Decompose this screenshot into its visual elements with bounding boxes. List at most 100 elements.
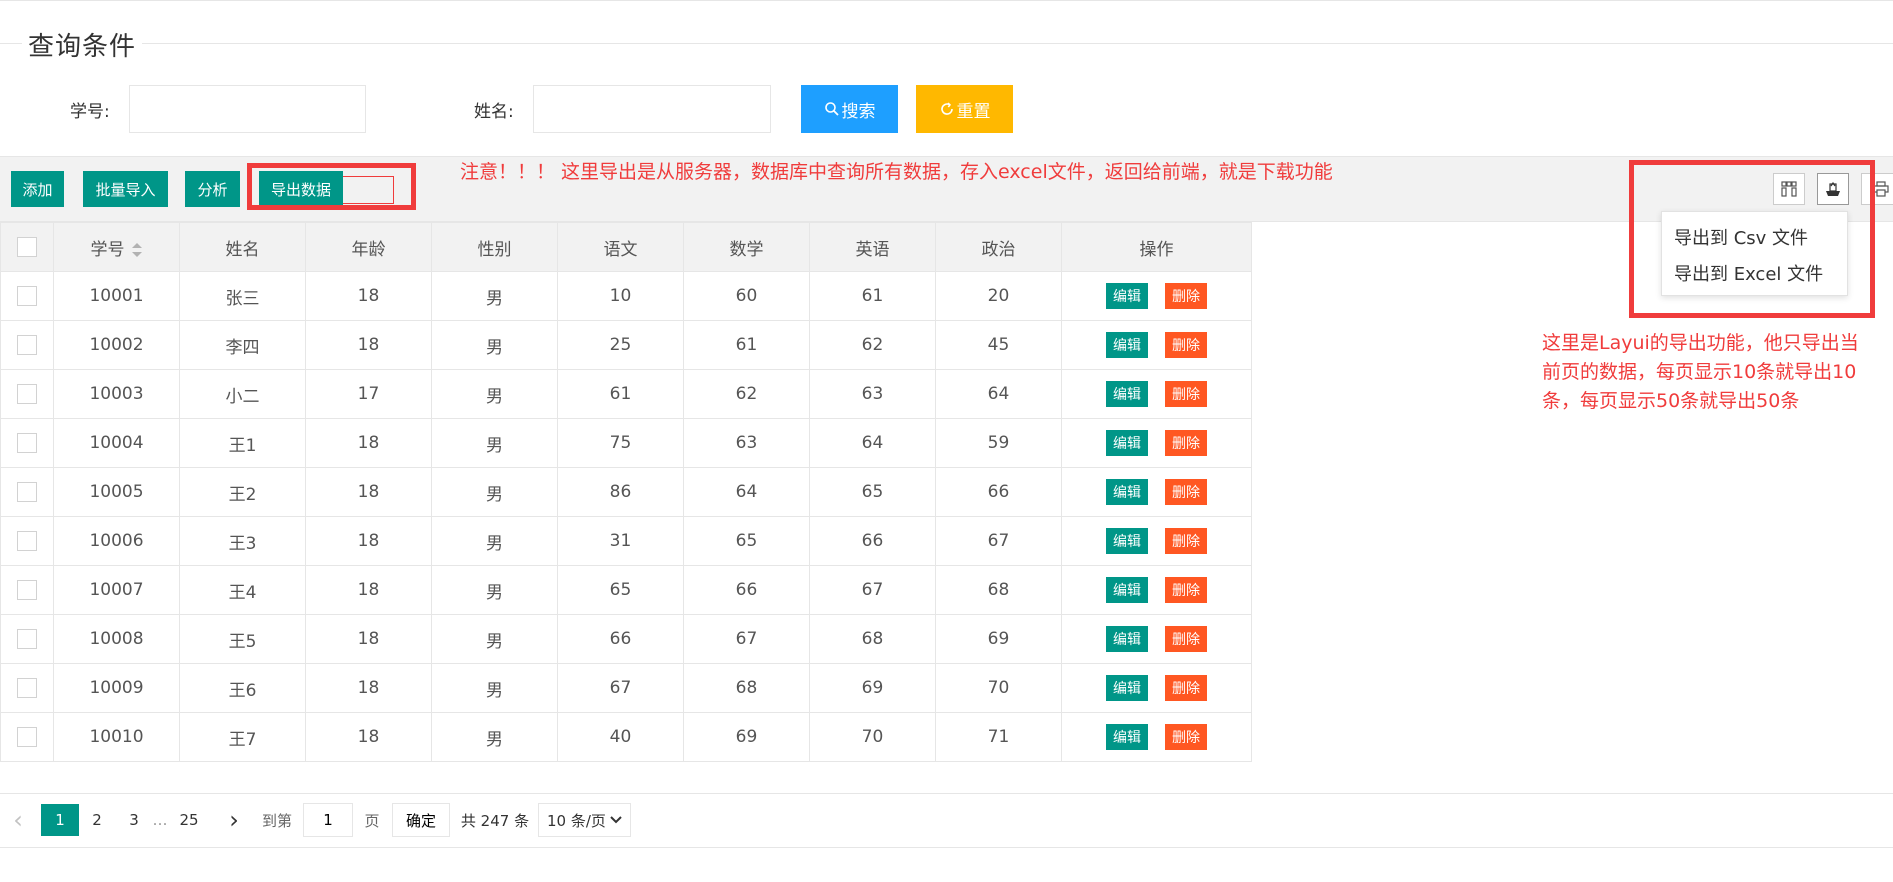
row-checkbox[interactable]	[17, 727, 37, 747]
table-cell: 18	[305, 320, 432, 370]
top-divider	[0, 0, 1893, 1]
page-button[interactable]: 25	[176, 804, 202, 836]
table-cell: 70	[809, 712, 936, 762]
row-checkbox[interactable]	[17, 531, 37, 551]
edit-button[interactable]: 编辑	[1106, 381, 1148, 407]
delete-button[interactable]: 删除	[1165, 381, 1207, 407]
delete-button[interactable]: 删除	[1165, 528, 1207, 554]
analyze-button[interactable]: 分析	[185, 171, 240, 207]
edit-button[interactable]: 编辑	[1106, 430, 1148, 456]
table-cell: 王6	[179, 663, 306, 713]
table-cell: 68	[935, 565, 1062, 615]
table-cell: 10006	[53, 516, 180, 566]
delete-button[interactable]: 删除	[1165, 626, 1207, 652]
row-checkbox[interactable]	[17, 482, 37, 502]
delete-button[interactable]: 删除	[1165, 283, 1207, 309]
edit-button[interactable]: 编辑	[1106, 528, 1148, 554]
row-checkbox[interactable]	[17, 433, 37, 453]
goto-page-input[interactable]	[303, 803, 353, 837]
table-cell: 10008	[53, 614, 180, 664]
goto-confirm-button[interactable]: 确定	[392, 803, 450, 837]
delete-button[interactable]: 删除	[1165, 332, 1207, 358]
prev-page-button[interactable]: ‹	[8, 804, 28, 836]
row-actions-cell: 编辑 删除	[1061, 614, 1252, 664]
table-cell: 张三	[179, 271, 306, 321]
column-header: 操作	[1061, 222, 1252, 272]
goto-label: 到第	[261, 811, 292, 830]
page-button-current[interactable]: 1	[41, 804, 79, 836]
delete-button[interactable]: 删除	[1165, 479, 1207, 505]
table-cell: 10004	[53, 418, 180, 468]
row-checkbox[interactable]	[17, 286, 37, 306]
table-cell: 64	[935, 369, 1062, 419]
row-select-cell	[0, 418, 54, 468]
row-checkbox[interactable]	[17, 678, 37, 698]
select-all-checkbox[interactable]	[17, 237, 37, 257]
delete-button[interactable]: 删除	[1165, 675, 1207, 701]
row-checkbox[interactable]	[17, 580, 37, 600]
reset-button[interactable]: 重置	[916, 85, 1013, 133]
annotation-note-line: 前页的数据，每页显示10条就导出10	[1542, 361, 1857, 383]
table-cell: 男	[431, 369, 558, 419]
student-id-input[interactable]	[129, 85, 366, 133]
edit-button[interactable]: 编辑	[1106, 479, 1148, 505]
page-size-select[interactable]: 10 条/页	[538, 803, 631, 837]
table-cell: 71	[935, 712, 1062, 762]
name-input[interactable]	[533, 85, 771, 133]
row-checkbox[interactable]	[17, 384, 37, 404]
table-row: 10006 王3 18 男 31 65 66 67 编辑 删除	[0, 516, 1252, 566]
table-cell: 10002	[53, 320, 180, 370]
table-cell: 63	[683, 418, 810, 468]
printer-icon	[1873, 181, 1889, 197]
page-button[interactable]: 3	[124, 804, 144, 836]
edit-button[interactable]: 编辑	[1106, 332, 1148, 358]
page-button[interactable]: 2	[87, 804, 107, 836]
table-cell: 王3	[179, 516, 306, 566]
row-select-cell	[0, 467, 54, 517]
export-dropdown-menu: 导出到 Csv 文件 导出到 Excel 文件	[1661, 211, 1848, 296]
row-actions-cell: 编辑 删除	[1061, 467, 1252, 517]
edit-button[interactable]: 编辑	[1106, 724, 1148, 750]
edit-button[interactable]: 编辑	[1106, 283, 1148, 309]
row-select-cell	[0, 320, 54, 370]
reset-button-label: 重置	[956, 101, 991, 122]
table-cell: 67	[809, 565, 936, 615]
table-cell: 68	[809, 614, 936, 664]
next-page-button[interactable]: ›	[224, 804, 244, 836]
edit-button[interactable]: 编辑	[1106, 675, 1148, 701]
table-cell: 67	[683, 614, 810, 664]
table-cell: 18	[305, 712, 432, 762]
edit-button[interactable]: 编辑	[1106, 577, 1148, 603]
sort-icon[interactable]	[131, 242, 143, 258]
batch-import-button[interactable]: 批量导入	[83, 171, 168, 207]
table-cell: 75	[557, 418, 684, 468]
row-actions-cell: 编辑 删除	[1061, 712, 1252, 762]
table-cell: 40	[557, 712, 684, 762]
page-unit-label: 页	[364, 811, 380, 830]
table-cell: 18	[305, 663, 432, 713]
column-header[interactable]: 学号	[53, 222, 180, 272]
row-select-cell	[0, 663, 54, 713]
delete-button[interactable]: 删除	[1165, 577, 1207, 603]
export-csv-option[interactable]: 导出到 Csv 文件	[1674, 224, 1808, 250]
edit-button[interactable]: 编辑	[1106, 626, 1148, 652]
table-cell: 66	[557, 614, 684, 664]
table-cell: 10007	[53, 565, 180, 615]
table-row: 10007 王4 18 男 65 66 67 68 编辑 删除	[0, 565, 1252, 615]
row-checkbox[interactable]	[17, 629, 37, 649]
fieldset-line-right	[142, 43, 1893, 44]
add-button[interactable]: 添加	[11, 171, 64, 207]
search-button[interactable]: 搜索	[801, 85, 898, 133]
row-checkbox[interactable]	[17, 335, 37, 355]
column-header: 政治	[935, 222, 1062, 272]
column-header: 数学	[683, 222, 810, 272]
row-select-cell	[0, 516, 54, 566]
name-label: 姓名:	[474, 102, 514, 122]
table-cell: 男	[431, 663, 558, 713]
table-cell: 18	[305, 565, 432, 615]
table-cell: 18	[305, 271, 432, 321]
total-count: 共 247 条	[460, 811, 530, 830]
delete-button[interactable]: 删除	[1165, 430, 1207, 456]
export-excel-option[interactable]: 导出到 Excel 文件	[1674, 260, 1823, 286]
delete-button[interactable]: 删除	[1165, 724, 1207, 750]
